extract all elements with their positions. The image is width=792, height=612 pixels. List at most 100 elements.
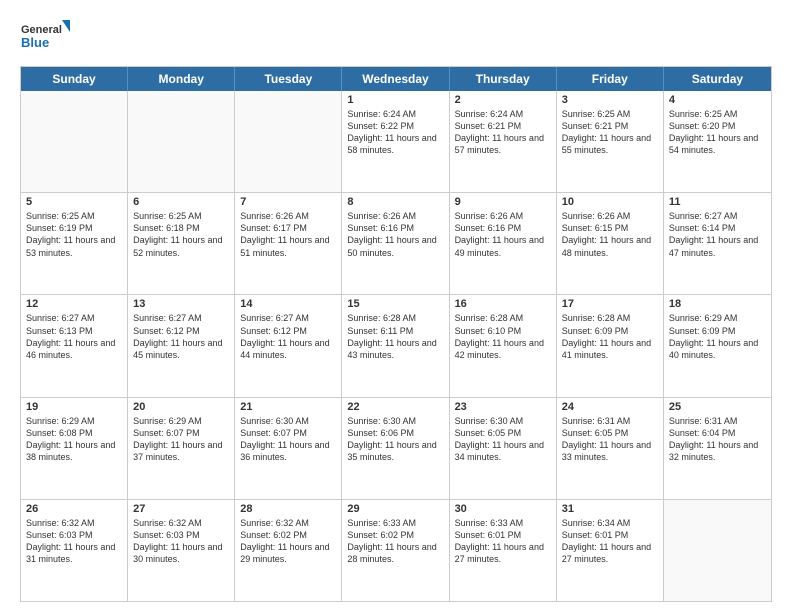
sunrise-label: Sunrise: 6:26 AM (562, 211, 631, 221)
daylight-label: Daylight: 11 hours and 29 minutes. (240, 542, 329, 564)
day-number: 7 (240, 196, 336, 208)
day-number: 18 (669, 298, 766, 310)
sunrise-label: Sunrise: 6:33 AM (455, 518, 524, 528)
sunrise-label: Sunrise: 6:24 AM (455, 109, 524, 119)
calendar-cell: 14 Sunrise: 6:27 AM Sunset: 6:12 PM Dayl… (235, 295, 342, 396)
sunset-label: Sunset: 6:01 PM (562, 530, 629, 540)
calendar-cell: 31 Sunrise: 6:34 AM Sunset: 6:01 PM Dayl… (557, 500, 664, 601)
sunrise-label: Sunrise: 6:29 AM (669, 313, 738, 323)
daylight-label: Daylight: 11 hours and 54 minutes. (669, 133, 758, 155)
calendar-cell: 13 Sunrise: 6:27 AM Sunset: 6:12 PM Dayl… (128, 295, 235, 396)
sunset-label: Sunset: 6:02 PM (347, 530, 414, 540)
day-number: 25 (669, 401, 766, 413)
daylight-label: Daylight: 11 hours and 45 minutes. (133, 338, 222, 360)
sunset-label: Sunset: 6:03 PM (26, 530, 93, 540)
calendar-row-2: 12 Sunrise: 6:27 AM Sunset: 6:13 PM Dayl… (21, 295, 771, 397)
daylight-label: Daylight: 11 hours and 38 minutes. (26, 440, 115, 462)
cell-info: Sunrise: 6:28 AM Sunset: 6:11 PM Dayligh… (347, 312, 443, 361)
sunset-label: Sunset: 6:15 PM (562, 223, 629, 233)
day-number: 23 (455, 401, 551, 413)
day-number: 11 (669, 196, 766, 208)
day-header-tuesday: Tuesday (235, 67, 342, 91)
header: General Blue (20, 16, 772, 56)
day-number: 2 (455, 94, 551, 106)
sunset-label: Sunset: 6:06 PM (347, 428, 414, 438)
calendar-cell: 6 Sunrise: 6:25 AM Sunset: 6:18 PM Dayli… (128, 193, 235, 294)
sunrise-label: Sunrise: 6:25 AM (669, 109, 738, 119)
sunset-label: Sunset: 6:16 PM (455, 223, 522, 233)
sunrise-label: Sunrise: 6:32 AM (26, 518, 95, 528)
cell-info: Sunrise: 6:26 AM Sunset: 6:15 PM Dayligh… (562, 210, 658, 259)
calendar-cell (664, 500, 771, 601)
sunrise-label: Sunrise: 6:24 AM (347, 109, 416, 119)
cell-info: Sunrise: 6:33 AM Sunset: 6:02 PM Dayligh… (347, 517, 443, 566)
cell-info: Sunrise: 6:25 AM Sunset: 6:18 PM Dayligh… (133, 210, 229, 259)
calendar-row-4: 26 Sunrise: 6:32 AM Sunset: 6:03 PM Dayl… (21, 500, 771, 601)
sunrise-label: Sunrise: 6:34 AM (562, 518, 631, 528)
calendar-cell: 20 Sunrise: 6:29 AM Sunset: 6:07 PM Dayl… (128, 398, 235, 499)
day-header-wednesday: Wednesday (342, 67, 449, 91)
cell-info: Sunrise: 6:30 AM Sunset: 6:07 PM Dayligh… (240, 415, 336, 464)
sunrise-label: Sunrise: 6:26 AM (240, 211, 309, 221)
day-number: 22 (347, 401, 443, 413)
day-number: 31 (562, 503, 658, 515)
sunrise-label: Sunrise: 6:28 AM (455, 313, 524, 323)
sunset-label: Sunset: 6:07 PM (240, 428, 307, 438)
sunset-label: Sunset: 6:20 PM (669, 121, 736, 131)
day-number: 16 (455, 298, 551, 310)
sunrise-label: Sunrise: 6:27 AM (669, 211, 738, 221)
calendar-header: SundayMondayTuesdayWednesdayThursdayFrid… (21, 67, 771, 91)
daylight-label: Daylight: 11 hours and 40 minutes. (669, 338, 758, 360)
cell-info: Sunrise: 6:25 AM Sunset: 6:20 PM Dayligh… (669, 108, 766, 157)
daylight-label: Daylight: 11 hours and 52 minutes. (133, 235, 222, 257)
day-header-friday: Friday (557, 67, 664, 91)
cell-info: Sunrise: 6:31 AM Sunset: 6:05 PM Dayligh… (562, 415, 658, 464)
calendar-cell: 30 Sunrise: 6:33 AM Sunset: 6:01 PM Dayl… (450, 500, 557, 601)
sunrise-label: Sunrise: 6:25 AM (133, 211, 202, 221)
calendar-cell (21, 91, 128, 192)
calendar-cell: 19 Sunrise: 6:29 AM Sunset: 6:08 PM Dayl… (21, 398, 128, 499)
daylight-label: Daylight: 11 hours and 37 minutes. (133, 440, 222, 462)
cell-info: Sunrise: 6:32 AM Sunset: 6:02 PM Dayligh… (240, 517, 336, 566)
daylight-label: Daylight: 11 hours and 57 minutes. (455, 133, 544, 155)
cell-info: Sunrise: 6:29 AM Sunset: 6:08 PM Dayligh… (26, 415, 122, 464)
cell-info: Sunrise: 6:26 AM Sunset: 6:17 PM Dayligh… (240, 210, 336, 259)
cell-info: Sunrise: 6:30 AM Sunset: 6:05 PM Dayligh… (455, 415, 551, 464)
calendar-cell: 24 Sunrise: 6:31 AM Sunset: 6:05 PM Dayl… (557, 398, 664, 499)
cell-info: Sunrise: 6:26 AM Sunset: 6:16 PM Dayligh… (455, 210, 551, 259)
cell-info: Sunrise: 6:29 AM Sunset: 6:07 PM Dayligh… (133, 415, 229, 464)
cell-info: Sunrise: 6:26 AM Sunset: 6:16 PM Dayligh… (347, 210, 443, 259)
daylight-label: Daylight: 11 hours and 47 minutes. (669, 235, 758, 257)
sunset-label: Sunset: 6:21 PM (562, 121, 629, 131)
cell-info: Sunrise: 6:32 AM Sunset: 6:03 PM Dayligh… (26, 517, 122, 566)
cell-info: Sunrise: 6:27 AM Sunset: 6:12 PM Dayligh… (133, 312, 229, 361)
sunrise-label: Sunrise: 6:27 AM (240, 313, 309, 323)
day-number: 20 (133, 401, 229, 413)
daylight-label: Daylight: 11 hours and 31 minutes. (26, 542, 115, 564)
daylight-label: Daylight: 11 hours and 33 minutes. (562, 440, 651, 462)
sunset-label: Sunset: 6:11 PM (347, 326, 413, 336)
sunrise-label: Sunrise: 6:31 AM (669, 416, 738, 426)
sunset-label: Sunset: 6:07 PM (133, 428, 200, 438)
daylight-label: Daylight: 11 hours and 27 minutes. (562, 542, 651, 564)
sunrise-label: Sunrise: 6:29 AM (26, 416, 95, 426)
sunset-label: Sunset: 6:04 PM (669, 428, 736, 438)
daylight-label: Daylight: 11 hours and 53 minutes. (26, 235, 115, 257)
calendar-cell: 16 Sunrise: 6:28 AM Sunset: 6:10 PM Dayl… (450, 295, 557, 396)
sunset-label: Sunset: 6:17 PM (240, 223, 307, 233)
day-number: 17 (562, 298, 658, 310)
sunrise-label: Sunrise: 6:27 AM (133, 313, 202, 323)
sunrise-label: Sunrise: 6:26 AM (455, 211, 524, 221)
calendar-cell: 9 Sunrise: 6:26 AM Sunset: 6:16 PM Dayli… (450, 193, 557, 294)
daylight-label: Daylight: 11 hours and 49 minutes. (455, 235, 544, 257)
daylight-label: Daylight: 11 hours and 58 minutes. (347, 133, 436, 155)
day-number: 29 (347, 503, 443, 515)
sunset-label: Sunset: 6:14 PM (669, 223, 736, 233)
cell-info: Sunrise: 6:31 AM Sunset: 6:04 PM Dayligh… (669, 415, 766, 464)
sunrise-label: Sunrise: 6:32 AM (240, 518, 309, 528)
logo: General Blue (20, 16, 72, 56)
cell-info: Sunrise: 6:34 AM Sunset: 6:01 PM Dayligh… (562, 517, 658, 566)
daylight-label: Daylight: 11 hours and 32 minutes. (669, 440, 758, 462)
day-number: 5 (26, 196, 122, 208)
calendar-cell: 25 Sunrise: 6:31 AM Sunset: 6:04 PM Dayl… (664, 398, 771, 499)
